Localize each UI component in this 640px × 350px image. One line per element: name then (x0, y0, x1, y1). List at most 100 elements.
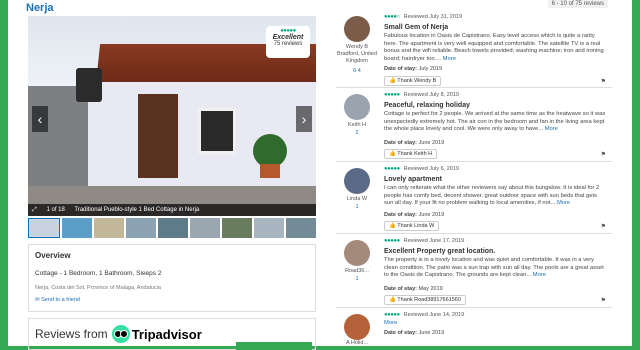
review-body: I can only reiterate what the other revi… (384, 185, 600, 207)
review-title[interactable]: Excellent Property great location. (384, 248, 495, 255)
flag-icon[interactable]: ⚑ (601, 151, 606, 158)
more-link[interactable]: More (443, 56, 456, 62)
photo-counter: 1 of 18 (46, 207, 65, 213)
send-to-friend-link[interactable]: ✉ Send to a friend (35, 297, 309, 303)
rating-bubbles-icon: ●●●●● (384, 92, 400, 98)
thumbnail[interactable] (62, 218, 92, 238)
review-title[interactable]: Lovely apartment (384, 176, 442, 183)
review-header: ●●●●○ Reviewed July 31, 2019 (384, 14, 462, 20)
photo-pot (260, 164, 280, 178)
date-of-stay: Date of stay: June 2019 (384, 212, 445, 218)
thumbnail[interactable] (94, 218, 124, 238)
rating-bubbles-icon: ●●●●● (384, 166, 400, 172)
thank-button[interactable]: 👍 Thank Road38917661560 (384, 295, 466, 305)
review-date: Reviewed July 31, 2019 (403, 14, 463, 20)
thumbnail[interactable] (222, 218, 252, 238)
thumbs-up-icon: 👍 (389, 151, 396, 157)
tripadvisor-logo: Tripadvisor (111, 325, 202, 343)
contribution-counts: 1 (355, 276, 359, 282)
date-of-stay: Date of stay: June 2019 (384, 330, 445, 336)
rating-badge: ●●●●● Excellent 75 reviews (266, 26, 310, 58)
thumbnail[interactable] (254, 218, 284, 238)
flag-icon[interactable]: ⚑ (601, 78, 606, 85)
date-of-stay: Date of stay: July 2019 (384, 66, 443, 72)
review-body: Cottage is perfect for 2 people. We arri… (384, 111, 606, 133)
reviewer-name[interactable]: Keith H (336, 122, 378, 129)
thumbnail-strip (28, 218, 316, 238)
overview-panel: Overview Cottage - 1 Bedroom, 1 Bathroom… (28, 244, 316, 312)
rating-bubbles-icon: ●●●●○ (384, 14, 400, 20)
thumbs-up-icon: 👍 (389, 223, 396, 229)
review-date: Reviewed June 17, 2019 (403, 238, 465, 244)
review-body: The property is in a lovely location and… (384, 257, 604, 279)
overview-location: Nerja, Costa del Sol, Province of Malaga… (35, 285, 161, 291)
contribution-counts: 1 (355, 204, 359, 210)
thumbnail[interactable] (190, 218, 220, 238)
review-title[interactable]: Peaceful, relaxing holiday (384, 102, 470, 109)
rating-label: Excellent (272, 34, 304, 41)
reviews-column: 6 - 10 of 75 reviews Wendy B Bradford, U… (336, 0, 612, 350)
thumbnail[interactable] (126, 218, 156, 238)
reviewer-name[interactable]: Linda W (336, 196, 378, 203)
photo-caption-text: Traditional Pueblo-style 1 Bed Cottage i… (74, 207, 200, 213)
review-title[interactable]: Small Gem of Nerja (384, 24, 448, 31)
review-date: Reviewed July 8, 2019 (403, 92, 459, 98)
listing-column: Nerja ‹ › ●●●●● Excellent 75 reviews ⤢ 1… (26, 0, 318, 350)
thank-button[interactable]: 👍 Thank Keith H (384, 149, 438, 159)
avatar[interactable] (344, 94, 370, 120)
write-review-button[interactable] (236, 342, 312, 350)
thank-button[interactable]: 👍 Thank Wendy B (384, 76, 442, 86)
expand-icon[interactable]: ⤢ (32, 207, 37, 213)
date-of-stay: Date of stay: June 2019 (384, 140, 445, 146)
review-header: ●●●●● Reviewed June 14, 2019 (384, 312, 464, 318)
photo-caption: ⤢ 1 of 18 Traditional Pueblo-style 1 Bed… (28, 204, 316, 216)
thumbnail[interactable] (286, 218, 316, 238)
review-card: Linda W 1 ●●●●● Reviewed July 6, 2019 Lo… (336, 164, 612, 234)
more-link[interactable]: More (533, 272, 546, 278)
reviewer-name[interactable]: Road36... (336, 268, 378, 275)
thank-button[interactable]: 👍 Thank Linda W (384, 221, 440, 231)
review-date: Reviewed July 6, 2019 (403, 166, 459, 172)
thumbnail[interactable] (158, 218, 188, 238)
flag-icon[interactable]: ⚑ (601, 297, 606, 304)
review-body: Fabulous location in Oasis de Capistrano… (384, 33, 604, 62)
date-of-stay: Date of stay: May 2019 (384, 286, 443, 292)
photo-door (138, 94, 178, 178)
photo-gallery[interactable]: ‹ › ●●●●● Excellent 75 reviews ⤢ 1 of 18… (28, 16, 316, 216)
photo-plant (253, 134, 287, 168)
reviewer-name[interactable]: A Holid... (336, 340, 378, 347)
review-card: Wendy B Bradford, United Kingdom 6 4 ●●●… (336, 12, 612, 88)
contribution-counts: 2 (355, 130, 359, 136)
overview-summary: Cottage - 1 Bedroom, 1 Bathroom, Sleeps … (35, 270, 162, 277)
review-count: 75 reviews (273, 41, 303, 47)
more-link[interactable]: More (557, 200, 570, 206)
contribution-counts: 6 4 (353, 68, 361, 74)
rating-bubbles-icon: ●●●●● (384, 238, 400, 244)
gallery-prev-button[interactable]: ‹ (32, 106, 48, 132)
review-header: ●●●●● Reviewed July 8, 2019 (384, 92, 459, 98)
tripadvisor-brand: Tripadvisor (131, 326, 202, 342)
more-link[interactable]: More (545, 126, 558, 132)
avatar[interactable] (344, 16, 370, 42)
overview-title: Overview (35, 251, 71, 260)
review-card: Keith H 2 ●●●●● Reviewed July 8, 2019 Pe… (336, 90, 612, 162)
avatar[interactable] (344, 240, 370, 266)
reviewer-name[interactable]: Wendy B Bradford, United Kingdom (336, 44, 378, 65)
gallery-next-button[interactable]: › (296, 106, 312, 132)
review-card: Road36... 1 ●●●●● Reviewed June 17, 2019… (336, 236, 612, 308)
thumbs-up-icon: 👍 (389, 78, 396, 84)
rating-bubbles-icon: ●●●●● (384, 312, 400, 318)
review-date: Reviewed June 14, 2019 (403, 312, 465, 318)
avatar[interactable] (344, 314, 370, 340)
review-header: ●●●●● Reviewed July 6, 2019 (384, 166, 459, 172)
thumbnail[interactable] (28, 218, 60, 238)
listing-location-link[interactable]: Nerja (26, 2, 54, 14)
review-header: ●●●●● Reviewed June 17, 2019 (384, 238, 464, 244)
thumbs-up-icon: 👍 (389, 297, 396, 303)
flag-icon[interactable]: ⚑ (601, 223, 606, 230)
review-card: A Holid... ●●●●● Reviewed June 14, 2019 … (336, 310, 612, 350)
more-link[interactable]: More (384, 320, 397, 326)
send-to-friend-label: Send to a friend (41, 297, 80, 303)
avatar[interactable] (344, 168, 370, 194)
reviews-from-label: Reviews from (35, 327, 108, 341)
